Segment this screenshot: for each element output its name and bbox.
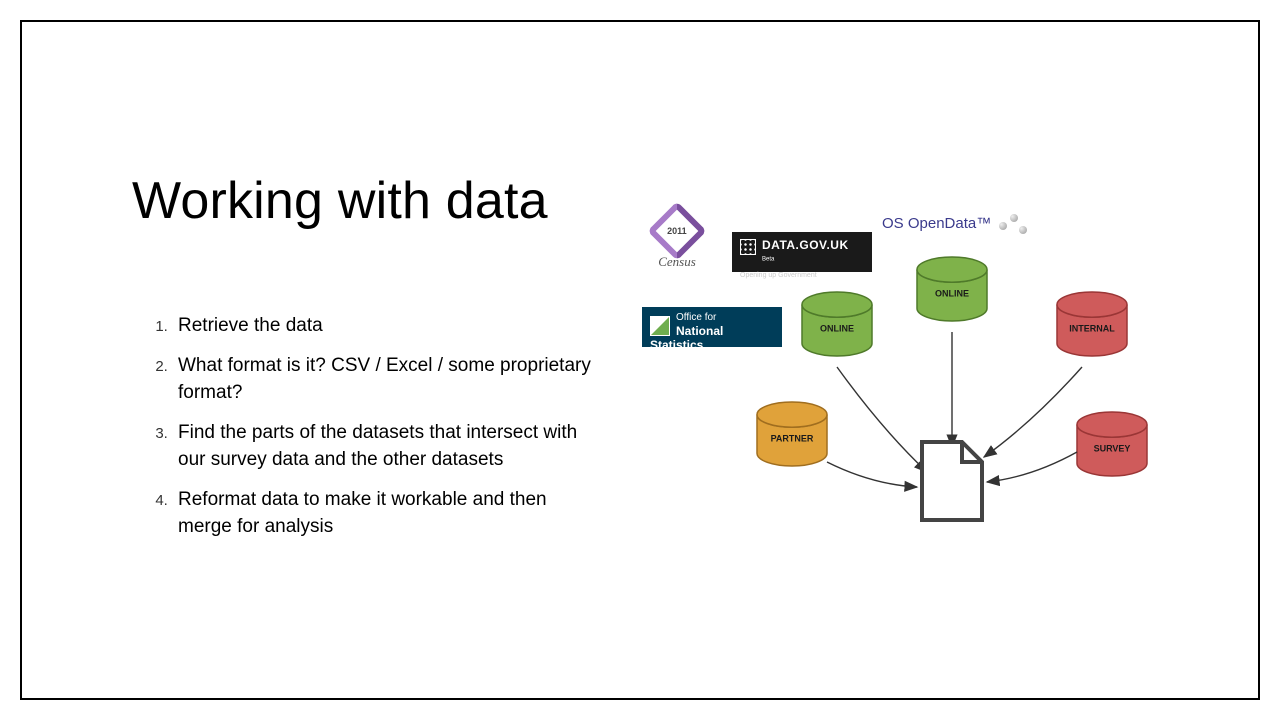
cylinder-label: SURVEY	[1094, 444, 1131, 454]
cylinder-internal: INTERNAL	[1057, 292, 1127, 356]
cylinder-label: INTERNAL	[1069, 324, 1115, 334]
list-item: Reformat data to make it workable and th…	[172, 486, 592, 541]
arrow-internal	[984, 367, 1082, 457]
cylinder-survey: SURVEY	[1077, 412, 1147, 476]
cylinder-online2: ONLINE	[917, 257, 987, 321]
cylinder-online1: ONLINE	[802, 292, 872, 356]
document-icon	[922, 442, 982, 520]
slide-frame: Working with data Retrieve the data What…	[20, 20, 1260, 700]
diagram-svg: ONLINE ONLINE INTERNAL PARTNER SURVEY	[612, 192, 1222, 582]
arrow-partner	[827, 462, 917, 487]
data-flow-diagram: 2011 Census DATA.GOV.UK Beta Opening up …	[612, 192, 1222, 582]
list-item: Retrieve the data	[172, 312, 592, 340]
cylinder-partner: PARTNER	[757, 402, 827, 466]
arrow-online1	[837, 367, 927, 472]
cylinder-label: ONLINE	[935, 289, 969, 299]
list-item: Find the parts of the datasets that inte…	[172, 419, 592, 474]
slide-title: Working with data	[132, 172, 552, 232]
arrow-survey	[987, 452, 1077, 482]
list-item: What format is it? CSV / Excel / some pr…	[172, 352, 592, 407]
cylinder-label: PARTNER	[771, 434, 814, 444]
bullet-list: Retrieve the data What format is it? CSV…	[132, 312, 592, 553]
cylinder-label: ONLINE	[820, 324, 854, 334]
